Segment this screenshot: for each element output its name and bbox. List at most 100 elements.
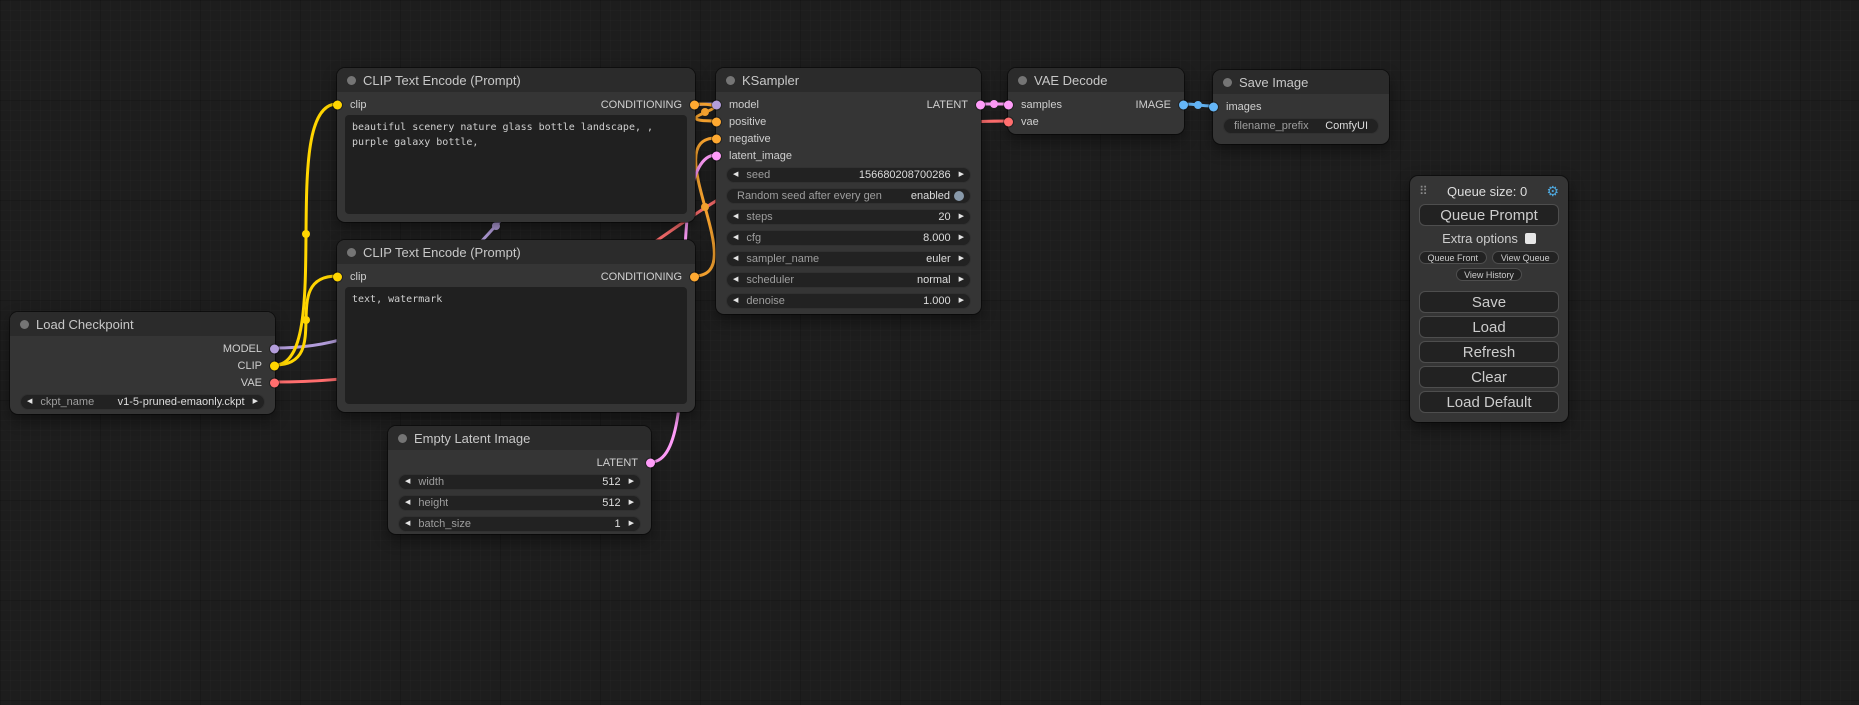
right-arrow-icon[interactable]: ▶ xyxy=(959,234,964,241)
right-arrow-icon[interactable]: ▶ xyxy=(959,297,964,304)
wire-positive-midpoint xyxy=(701,108,709,116)
save-button[interactable]: Save xyxy=(1419,291,1559,313)
view-queue-button[interactable]: View Queue xyxy=(1492,251,1560,264)
samples-input-slot[interactable] xyxy=(1004,100,1013,109)
slot-label-vae: vae xyxy=(1021,116,1039,128)
left-arrow-icon[interactable]: ◀ xyxy=(405,520,410,527)
left-arrow-icon[interactable]: ◀ xyxy=(733,297,738,304)
collapse-dot-icon[interactable] xyxy=(398,434,407,443)
widget-width[interactable]: ◀ width 512 ▶ xyxy=(398,474,641,490)
latent-output-slot[interactable] xyxy=(646,458,655,467)
load-default-button[interactable]: Load Default xyxy=(1419,391,1559,413)
wire-image-midpoint xyxy=(1194,101,1202,109)
node-vae-decode[interactable]: VAE Decode samples IMAGE vae xyxy=(1008,68,1184,134)
node-title-bar: CLIP Text Encode (Prompt) xyxy=(337,68,695,92)
collapse-dot-icon[interactable] xyxy=(20,320,29,329)
widget-random-seed-toggle[interactable]: Random seed after every gen enabled xyxy=(726,188,971,204)
negative-prompt-textarea[interactable]: text, watermark xyxy=(345,287,687,404)
conditioning-output-slot[interactable] xyxy=(690,272,699,281)
node-save-image[interactable]: Save Image images filename_prefix ComfyU… xyxy=(1213,70,1389,144)
slot-label-clip: clip xyxy=(350,99,367,111)
settings-gear-icon[interactable]: ⚙ xyxy=(1546,184,1559,198)
collapse-dot-icon[interactable] xyxy=(1223,78,1232,87)
widget-value: 20 xyxy=(938,211,950,223)
node-graph-canvas[interactable]: Load Checkpoint MODEL CLIP VAE ◀ ckpt_na… xyxy=(0,0,1859,705)
right-arrow-icon[interactable]: ▶ xyxy=(959,171,964,178)
widget-seed[interactable]: ◀ seed 156680208700286 ▶ xyxy=(726,167,971,183)
widget-scheduler[interactable]: ◀ scheduler normal ▶ xyxy=(726,272,971,288)
right-arrow-icon[interactable]: ▶ xyxy=(629,499,634,506)
right-arrow-icon[interactable]: ▶ xyxy=(629,520,634,527)
left-arrow-icon[interactable]: ◀ xyxy=(733,276,738,283)
queue-front-button[interactable]: Queue Front xyxy=(1419,251,1487,264)
widget-ckpt-name[interactable]: ◀ ckpt_name v1-5-pruned-emaonly.ckpt ▶ xyxy=(20,394,265,410)
node-ksampler[interactable]: KSampler model LATENT positive negative … xyxy=(716,68,981,314)
clear-button[interactable]: Clear xyxy=(1419,366,1559,388)
slot-row: MODEL xyxy=(10,340,275,357)
slot-label-latent: LATENT xyxy=(927,99,968,111)
widget-label: sampler_name xyxy=(746,253,819,265)
node-title: VAE Decode xyxy=(1034,73,1107,88)
conditioning-output-slot[interactable] xyxy=(690,100,699,109)
left-arrow-icon[interactable]: ◀ xyxy=(733,234,738,241)
widget-cfg[interactable]: ◀ cfg 8.000 ▶ xyxy=(726,230,971,246)
negative-input-slot[interactable] xyxy=(712,134,721,143)
widget-denoise[interactable]: ◀ denoise 1.000 ▶ xyxy=(726,293,971,309)
queue-prompt-button[interactable]: Queue Prompt xyxy=(1419,204,1559,226)
left-arrow-icon[interactable]: ◀ xyxy=(733,255,738,262)
slot-row: negative xyxy=(716,130,981,147)
slot-label-clip: CLIP xyxy=(238,360,262,372)
view-history-button[interactable]: View History xyxy=(1456,268,1522,281)
widget-filename-prefix[interactable]: filename_prefix ComfyUI xyxy=(1223,118,1379,134)
load-button[interactable]: Load xyxy=(1419,316,1559,338)
widget-value: 156680208700286 xyxy=(859,169,951,181)
images-input-slot[interactable] xyxy=(1209,102,1218,111)
refresh-button[interactable]: Refresh xyxy=(1419,341,1559,363)
left-arrow-icon[interactable]: ◀ xyxy=(405,478,410,485)
model-input-slot[interactable] xyxy=(712,100,721,109)
wire-latent-midpoint xyxy=(990,100,998,108)
collapse-dot-icon[interactable] xyxy=(347,248,356,257)
widget-steps[interactable]: ◀ steps 20 ▶ xyxy=(726,209,971,225)
extra-options-checkbox[interactable] xyxy=(1525,233,1536,244)
left-arrow-icon[interactable]: ◀ xyxy=(733,213,738,220)
slot-label-latent: LATENT xyxy=(597,457,638,469)
image-output-slot[interactable] xyxy=(1179,100,1188,109)
vae-output-slot[interactable] xyxy=(270,378,279,387)
node-clip-text-encode-negative[interactable]: CLIP Text Encode (Prompt) clip CONDITION… xyxy=(337,240,695,412)
right-arrow-icon[interactable]: ▶ xyxy=(959,276,964,283)
node-load-checkpoint[interactable]: Load Checkpoint MODEL CLIP VAE ◀ ckpt_na… xyxy=(10,312,275,414)
widget-height[interactable]: ◀ height 512 ▶ xyxy=(398,495,641,511)
vae-input-slot[interactable] xyxy=(1004,117,1013,126)
clip-input-slot[interactable] xyxy=(333,100,342,109)
slot-row: LATENT xyxy=(388,454,651,471)
drag-handle-icon[interactable]: ⠿ xyxy=(1419,184,1428,198)
node-clip-text-encode-positive[interactable]: CLIP Text Encode (Prompt) clip CONDITION… xyxy=(337,68,695,222)
latent-output-slot[interactable] xyxy=(976,100,985,109)
left-arrow-icon[interactable]: ◀ xyxy=(27,398,32,405)
right-arrow-icon[interactable]: ▶ xyxy=(253,398,258,405)
left-arrow-icon[interactable]: ◀ xyxy=(405,499,410,506)
positive-input-slot[interactable] xyxy=(712,117,721,126)
latent-image-input-slot[interactable] xyxy=(712,151,721,160)
widget-batch-size[interactable]: ◀ batch_size 1 ▶ xyxy=(398,516,641,532)
widget-sampler-name[interactable]: ◀ sampler_name euler ▶ xyxy=(726,251,971,267)
collapse-dot-icon[interactable] xyxy=(1018,76,1027,85)
widget-value: 1 xyxy=(614,518,620,530)
left-arrow-icon[interactable]: ◀ xyxy=(733,171,738,178)
collapse-dot-icon[interactable] xyxy=(347,76,356,85)
right-arrow-icon[interactable]: ▶ xyxy=(629,478,634,485)
positive-prompt-textarea[interactable]: beautiful scenery nature glass bottle la… xyxy=(345,115,687,214)
queue-panel[interactable]: ⠿ Queue size: 0 ⚙ Queue Prompt Extra opt… xyxy=(1410,176,1568,422)
slot-row: VAE xyxy=(10,374,275,391)
node-title-bar: CLIP Text Encode (Prompt) xyxy=(337,240,695,264)
node-empty-latent-image[interactable]: Empty Latent Image LATENT ◀ width 512 ▶ … xyxy=(388,426,651,534)
model-output-slot[interactable] xyxy=(270,344,279,353)
right-arrow-icon[interactable]: ▶ xyxy=(959,255,964,262)
toggle-knob[interactable] xyxy=(954,191,964,201)
right-arrow-icon[interactable]: ▶ xyxy=(959,213,964,220)
clip-input-slot[interactable] xyxy=(333,272,342,281)
collapse-dot-icon[interactable] xyxy=(726,76,735,85)
widget-label: width xyxy=(418,476,444,488)
clip-output-slot[interactable] xyxy=(270,361,279,370)
